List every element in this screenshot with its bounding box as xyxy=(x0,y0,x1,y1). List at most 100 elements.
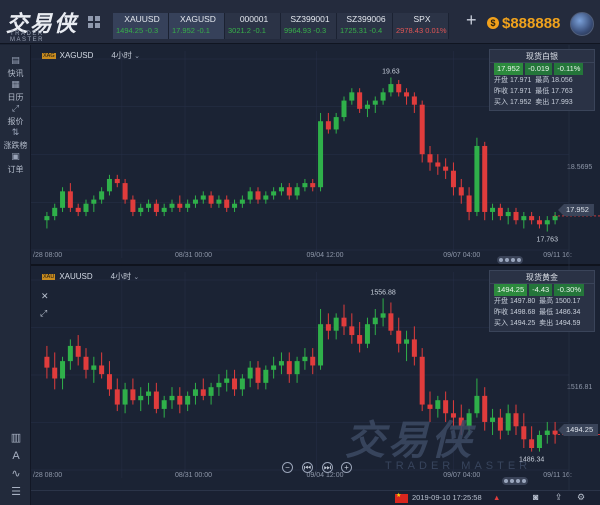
candle-body xyxy=(396,84,402,93)
candle-body xyxy=(75,345,81,357)
candle-body xyxy=(443,166,449,171)
quote-xauusd[interactable]: XAUUSD 1494.25 -0.3 xyxy=(113,13,169,39)
chart-area[interactable]: 19.63 17.763 18.5695/28 08:00 08/31 00:00 09… xyxy=(31,45,600,490)
quote-value: 9964.93 -0.3 xyxy=(284,26,327,35)
candle-body xyxy=(333,117,339,130)
candle-body xyxy=(114,178,120,184)
candle-body xyxy=(99,191,105,200)
avatar[interactable] xyxy=(570,12,594,36)
candle-body xyxy=(130,199,136,212)
candle-body xyxy=(372,317,378,325)
chart1-symbol-header[interactable]: XAG XAGUSD 4小时 ⌄ xyxy=(42,50,140,61)
candle-body xyxy=(521,426,527,440)
candle-body xyxy=(60,191,66,208)
indicator-tool-icon[interactable]: ▥ xyxy=(4,431,28,444)
chart2-symbol-header[interactable]: XAU XAUUSD 4小时 ⌄ xyxy=(42,271,139,282)
candle-body xyxy=(341,100,347,118)
sidebar-item-ranking[interactable]: ⇅ 涨跌榜 xyxy=(0,127,31,151)
candle-body xyxy=(146,391,152,396)
app-logo[interactable]: 交易侠 TRADER MASTER xyxy=(4,6,80,43)
account-balance[interactable]: $888888 xyxy=(502,15,560,32)
sidebar-item-news[interactable]: ▤ 快讯 xyxy=(0,55,31,79)
quote-sz399006[interactable]: SZ399006 1725.31 -0.4 xyxy=(337,13,393,39)
expand-chart-icon[interactable]: ⤢ xyxy=(40,308,47,319)
grid-menu-icon[interactable] xyxy=(88,16,100,28)
text-tool-icon[interactable]: A xyxy=(4,450,28,462)
quote-icon: ⤢ xyxy=(11,103,20,113)
candle-body xyxy=(153,391,159,409)
chart2-panel-title: 现货黄金 xyxy=(490,271,594,284)
chart1-pager-dots[interactable] xyxy=(497,256,523,264)
candle-body xyxy=(513,211,519,221)
wave-tool-icon[interactable]: ∿ xyxy=(4,467,28,480)
candle-body xyxy=(357,335,363,344)
candle-body xyxy=(122,389,128,405)
chart2-price-row: 1494.25 -4.43 -0.30% xyxy=(490,284,594,296)
settings-gear-icon[interactable]: ⚙ xyxy=(577,492,585,503)
candle-body xyxy=(318,324,324,366)
candle-body xyxy=(349,326,355,336)
candle-body xyxy=(318,121,324,188)
quote-value: 3021.2 -0.1 xyxy=(228,26,266,35)
time-axis-label: 09/11 16: xyxy=(543,252,572,259)
sidebar-item-order[interactable]: ▣ 订单 xyxy=(0,151,31,175)
candle-body xyxy=(185,203,191,208)
candle-body xyxy=(208,195,214,204)
high-price-label: 1556.88 xyxy=(370,289,395,296)
candle-body xyxy=(536,220,542,225)
quote-symbol: SPX xyxy=(413,14,431,24)
candle-body xyxy=(52,207,58,217)
quote-symbol: SZ399006 xyxy=(346,14,386,24)
high-price-label: 19.63 xyxy=(382,68,400,75)
time-axis-label: 09/07 04:00 xyxy=(443,252,480,259)
camera-icon[interactable]: ◙ xyxy=(533,492,538,502)
candle-body xyxy=(333,317,339,331)
candle-body xyxy=(263,369,269,383)
sidebar-item-quote[interactable]: ⤢ 报价 xyxy=(0,103,31,127)
candle-body xyxy=(450,170,456,188)
china-flag-icon: ★ xyxy=(395,493,408,503)
jump-end-button[interactable]: ⏭ xyxy=(322,462,333,473)
jump-start-button[interactable]: ⏮ xyxy=(302,462,313,473)
time-axis-label: 09/04 12:00 xyxy=(307,252,344,259)
candle-body xyxy=(497,417,503,431)
candlestick-charts[interactable]: 19.63 17.763 18.5695/28 08:00 08/31 00:00 09… xyxy=(31,45,600,490)
candle-body xyxy=(396,330,402,344)
candle-body xyxy=(357,92,363,109)
chart1-timeframe[interactable]: 4小时 xyxy=(111,51,131,60)
chart2-pager-dots[interactable] xyxy=(502,477,528,485)
add-quote-button[interactable]: + xyxy=(466,10,477,31)
zoom-out-button[interactable]: − xyxy=(282,462,293,473)
candle-body xyxy=(247,367,253,379)
candle-body xyxy=(302,183,308,188)
low-price-label: 17.763 xyxy=(537,237,559,244)
candle-body xyxy=(286,361,292,375)
chart2-timeframe[interactable]: 4小时 xyxy=(111,272,131,281)
candle-body xyxy=(60,361,66,379)
quote-symbol: SZ399001 xyxy=(290,14,330,24)
candle-body xyxy=(106,374,112,390)
axis-price-label: 1516.81 xyxy=(567,384,592,391)
candle-body xyxy=(247,191,253,200)
candle-body xyxy=(388,313,394,331)
ranking-icon: ⇅ xyxy=(11,127,20,137)
candle-body xyxy=(302,356,308,362)
close-chart-icon[interactable]: ✕ xyxy=(41,291,49,302)
quote-xagusd[interactable]: XAGUSD 17.952 -0.1 xyxy=(169,13,225,39)
time-axis-label: 09/04 12:00 xyxy=(307,472,344,479)
candle-body xyxy=(169,203,175,208)
candle-body xyxy=(192,389,198,396)
quote-sz399001[interactable]: SZ399001 9964.93 -0.3 xyxy=(281,13,337,39)
menu-toggle-icon[interactable]: ☰ xyxy=(4,485,28,498)
candle-body xyxy=(161,400,167,409)
candle-body xyxy=(482,145,488,212)
quote-spx[interactable]: SPX 2978.43 0.01% xyxy=(393,13,449,39)
sidebar-item-calendar[interactable]: ▦ 日历 xyxy=(0,79,31,103)
candle-body xyxy=(349,92,355,101)
share-icon[interactable]: ⇪ xyxy=(555,492,563,503)
order-icon: ▣ xyxy=(11,151,20,161)
candle-body xyxy=(138,207,144,212)
quote-000001[interactable]: 000001 3021.2 -0.1 xyxy=(225,13,281,39)
candle-body xyxy=(388,84,394,93)
chart1-info-panel: 现货白银 17.952 -0.019 -0.11% 开盘 17.971 最高 18.… xyxy=(489,49,595,111)
